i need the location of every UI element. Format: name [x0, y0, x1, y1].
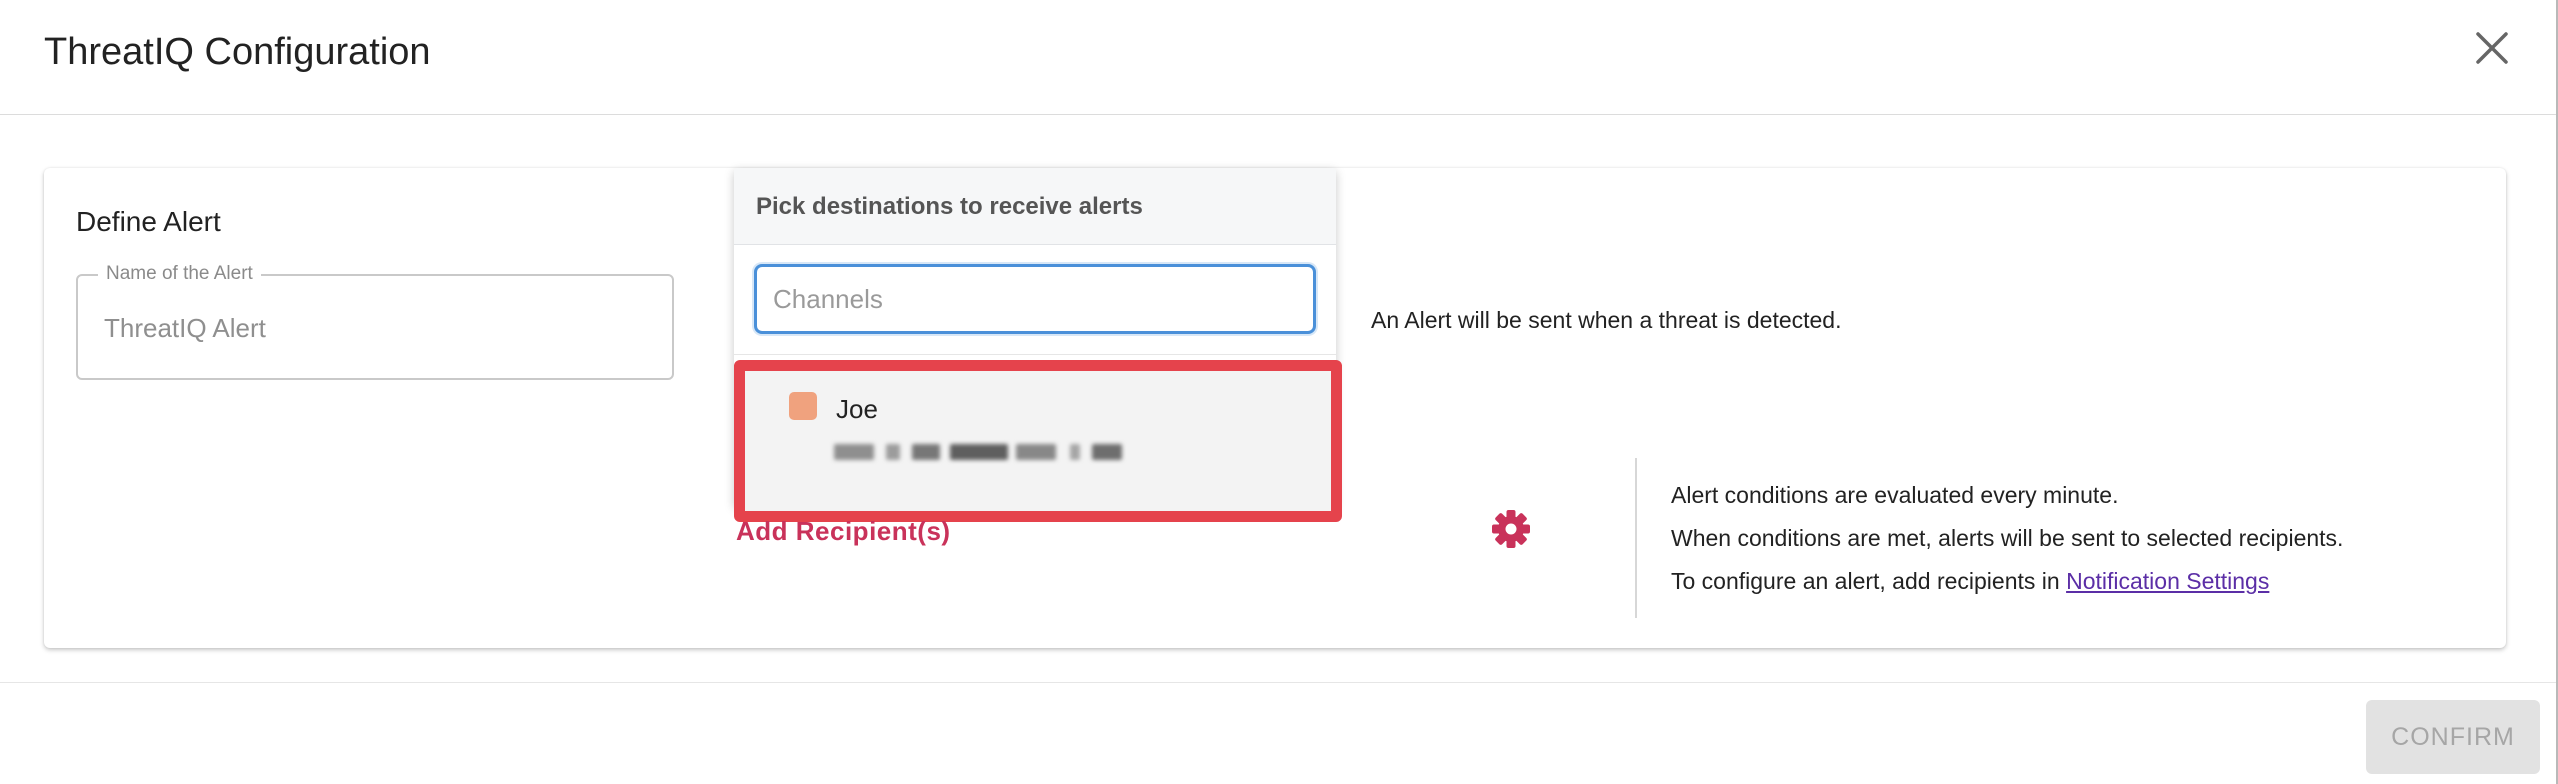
footer-divider [0, 682, 2558, 683]
gear-icon [1492, 510, 1530, 548]
info-line-evaluated: Alert conditions are evaluated every min… [1671, 482, 2119, 508]
dropdown-header: Pick destinations to receive alerts [734, 168, 1336, 245]
option-detail-redacted [834, 440, 1134, 464]
alert-sent-note: An Alert will be sent when a threat is d… [1371, 307, 1842, 333]
info-line-configure-text: To configure an alert, add recipients in [1671, 568, 2060, 594]
alert-name-value: ThreatIQ Alert [104, 313, 266, 343]
dialog-title: ThreatIQ Configuration [44, 31, 431, 73]
close-button[interactable] [2470, 26, 2514, 70]
info-line-recipients: When conditions are met, alerts will be … [1671, 525, 2344, 551]
option-checkbox[interactable] [789, 392, 817, 420]
notification-settings-link[interactable]: Notification Settings [2066, 568, 2269, 594]
alert-name-field[interactable]: Name of the Alert ThreatIQ Alert [76, 263, 674, 380]
settings-button[interactable] [1490, 508, 1532, 550]
info-divider [1635, 458, 1637, 618]
dialog-header: ThreatIQ Configuration [0, 0, 2558, 115]
alert-name-label: Name of the Alert [98, 263, 261, 285]
section-title-define-alert: Define Alert [76, 206, 221, 237]
add-recipients-link[interactable]: Add Recipient(s) [736, 514, 951, 548]
option-name: Joe [836, 394, 878, 424]
dropdown-header-text: Pick destinations to receive alerts [756, 193, 1143, 220]
close-icon [2476, 32, 2508, 64]
channels-search-input[interactable] [754, 264, 1316, 334]
info-line-configure: To configure an alert, add recipients in… [1671, 566, 2269, 596]
confirm-button[interactable]: CONFIRM [2366, 700, 2540, 774]
